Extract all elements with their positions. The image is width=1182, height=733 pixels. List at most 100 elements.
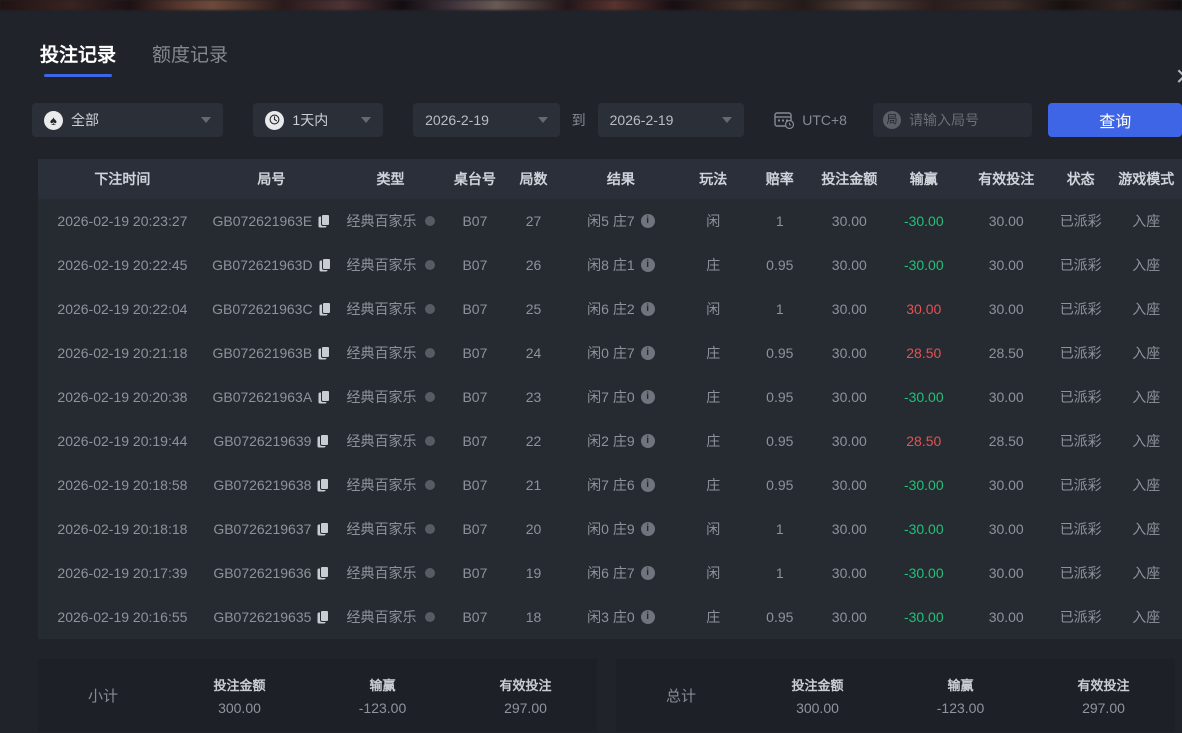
result-cell: 闲6 庄7 i <box>562 563 679 583</box>
table-number: B07 <box>462 345 488 361</box>
result-cell: 闲7 庄6 i <box>562 475 679 495</box>
round-id-cell: GB0726219637 <box>207 521 336 537</box>
round-id-cell: GB0726219638 <box>207 477 336 493</box>
bet-amount: 30.00 <box>831 213 867 229</box>
tab-bet-records[interactable]: 投注记录 <box>40 40 116 77</box>
info-icon[interactable]: i <box>640 302 655 316</box>
round-id-cell: GB072621963A <box>207 389 336 405</box>
round-id-cell: GB072621963D <box>207 257 336 273</box>
copy-icon[interactable] <box>317 434 330 448</box>
play-type: 闲 <box>706 521 721 537</box>
game-type-cell: 经典百家乐 <box>336 431 445 451</box>
copy-icon[interactable] <box>317 610 330 624</box>
copy-icon[interactable] <box>317 522 330 536</box>
round-number: 18 <box>525 609 542 625</box>
info-icon[interactable]: i <box>640 478 655 492</box>
column-header: 局数 <box>519 171 548 187</box>
subtotal-label: 小计 <box>87 688 118 705</box>
valid-bet: 28.50 <box>988 345 1024 361</box>
subtotal-box: 小计 投注金额 300.00 输赢 -123.00 有效投注 297.00 <box>38 659 597 732</box>
copy-icon[interactable] <box>318 390 331 404</box>
bet-time: 2026-02-19 20:18:58 <box>57 477 188 493</box>
game-type: 经典百家乐 <box>346 609 417 625</box>
round-id-cell: GB0726219635 <box>207 609 336 625</box>
result-value: 闲0 庄9 <box>587 521 635 537</box>
column-header: 类型 <box>376 171 405 187</box>
time-range-select[interactable]: 1天内 <box>253 103 384 137</box>
game-mode: 入座 <box>1132 477 1161 493</box>
copy-icon[interactable] <box>319 302 331 316</box>
status: 已派彩 <box>1059 609 1102 625</box>
info-icon[interactable]: i <box>640 214 655 228</box>
tab-credit-records[interactable]: 额度记录 <box>152 40 228 77</box>
valid-bet: 28.50 <box>988 433 1024 449</box>
copy-icon[interactable] <box>318 346 331 360</box>
close-icon[interactable]: × <box>1175 62 1182 92</box>
win-loss: -30.00 <box>903 521 944 537</box>
chevron-down-icon <box>361 117 372 123</box>
info-icon[interactable]: i <box>640 566 655 580</box>
info-icon[interactable]: i <box>640 522 655 536</box>
win-loss: -30.00 <box>903 565 944 581</box>
round-id-cell: GB072621963C <box>207 301 336 317</box>
game-mode: 入座 <box>1132 213 1161 229</box>
odds: 0.95 <box>766 257 794 273</box>
total-bet: 投注金额 300.00 <box>791 678 844 716</box>
odds: 1 <box>775 521 784 537</box>
status: 已派彩 <box>1059 301 1102 317</box>
game-type-cell: 经典百家乐 <box>336 475 445 495</box>
valid-bet: 30.00 <box>988 389 1024 405</box>
table-number: B07 <box>462 213 488 229</box>
copy-icon[interactable] <box>317 566 330 580</box>
bet-amount: 30.00 <box>831 345 867 361</box>
column-header: 玩法 <box>699 171 728 187</box>
valid-bet: 30.00 <box>988 213 1024 229</box>
status: 已派彩 <box>1059 565 1102 581</box>
column-header: 局号 <box>257 171 286 187</box>
copy-icon[interactable] <box>317 478 330 492</box>
game-type-cell: 经典百家乐 <box>336 519 445 539</box>
date-from-value: 2026-2-19 <box>425 112 489 128</box>
win-loss: -30.00 <box>903 389 944 405</box>
search-button[interactable]: 查询 <box>1048 103 1182 137</box>
play-type: 闲 <box>706 301 721 317</box>
bet-amount: 30.00 <box>831 609 867 625</box>
table-row: 2026-02-19 20:19:44 GB0726219639 经典百家乐 B… <box>38 419 1182 463</box>
valid-bet: 30.00 <box>988 565 1024 581</box>
subtotal-bet: 投注金额 300.00 <box>213 678 266 716</box>
info-icon[interactable]: i <box>640 258 655 272</box>
odds: 0.95 <box>766 477 794 493</box>
round-search-input[interactable] <box>908 112 1023 128</box>
game-dot-icon <box>424 216 435 226</box>
info-icon[interactable]: i <box>640 434 655 448</box>
play-type: 庄 <box>706 433 721 449</box>
result-value: 闲3 庄0 <box>587 609 635 625</box>
game-type-cell: 经典百家乐 <box>336 299 445 319</box>
result-value: 闲7 庄0 <box>587 389 635 405</box>
odds: 1 <box>775 213 784 229</box>
timezone-indicator[interactable]: UTC+8 <box>774 111 847 129</box>
play-type: 闲 <box>706 213 721 229</box>
status: 已派彩 <box>1059 521 1102 537</box>
copy-icon[interactable] <box>319 258 331 272</box>
column-header: 游戏模式 <box>1118 171 1175 187</box>
game-type-cell: 经典百家乐 <box>336 387 445 407</box>
date-from-select[interactable]: 2026-2-19 <box>413 103 560 137</box>
date-to-select[interactable]: 2026-2-19 <box>597 103 745 137</box>
result-value: 闲0 庄7 <box>587 345 635 361</box>
info-icon[interactable]: i <box>640 390 655 404</box>
game-dot-icon <box>424 480 435 490</box>
total-label: 总计 <box>665 688 696 705</box>
column-header: 赔率 <box>765 171 794 187</box>
copy-icon[interactable] <box>318 214 331 228</box>
info-icon[interactable]: i <box>640 610 655 624</box>
win-loss: 28.50 <box>906 345 942 361</box>
info-icon[interactable]: i <box>640 346 655 360</box>
chevron-down-icon <box>722 117 733 123</box>
round-search-field[interactable]: 局 <box>872 103 1033 137</box>
game-type-cell: 经典百家乐 <box>336 563 445 583</box>
game-mode: 入座 <box>1132 521 1161 537</box>
game-type-select[interactable]: ♠ 全部 <box>32 103 224 137</box>
round-id-cell: GB0726219636 <box>207 565 336 581</box>
round-number: 19 <box>525 565 542 581</box>
